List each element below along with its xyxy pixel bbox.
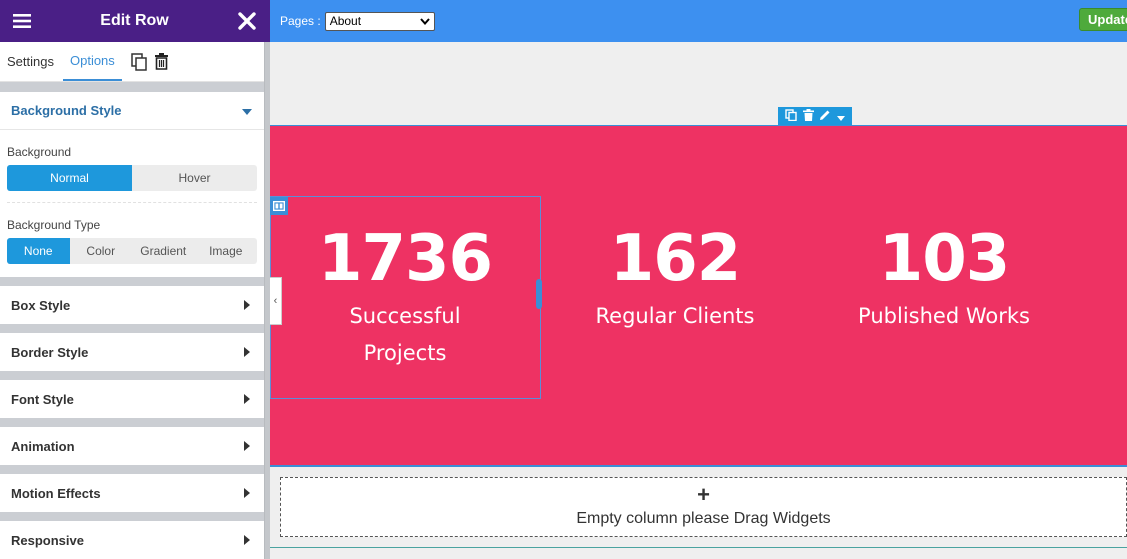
background-type-image-button[interactable]: Image bbox=[195, 238, 258, 264]
stat-number: 1736 bbox=[317, 222, 493, 296]
row-toolbar bbox=[778, 107, 852, 125]
section-motion-effects[interactable]: Motion Effects bbox=[0, 474, 264, 512]
section-gap bbox=[0, 277, 264, 286]
section-font-style[interactable]: Font Style bbox=[0, 380, 264, 418]
caret-right-icon bbox=[244, 439, 250, 454]
pages-select[interactable]: About bbox=[324, 11, 435, 31]
update-button[interactable]: Update bbox=[1079, 8, 1127, 31]
stat-number: 103 bbox=[878, 222, 1011, 296]
chevron-down-icon bbox=[419, 14, 430, 28]
section-gap bbox=[0, 512, 264, 521]
section-title: Responsive bbox=[11, 532, 84, 548]
section-background-style[interactable]: Background Style bbox=[0, 92, 264, 130]
caret-right-icon bbox=[244, 298, 250, 313]
panel-header: Edit Row bbox=[0, 0, 270, 42]
panel-title: Edit Row bbox=[100, 12, 169, 29]
pages-selected-value: About bbox=[329, 14, 362, 28]
duplicate-icon[interactable] bbox=[128, 42, 151, 81]
stat-label: Regular Clients bbox=[595, 304, 755, 328]
stat-column-3[interactable]: 103 Published Works bbox=[809, 221, 1079, 334]
caret-down-icon[interactable] bbox=[837, 109, 846, 124]
section-gap bbox=[0, 371, 264, 380]
tab-settings[interactable]: Settings bbox=[0, 42, 61, 81]
stat-number: 162 bbox=[609, 222, 742, 296]
background-type-toggle: None Color Gradient Image bbox=[7, 238, 257, 264]
column-layout-icon[interactable] bbox=[270, 197, 288, 215]
trash-icon[interactable] bbox=[802, 108, 814, 124]
background-state-toggle: Normal Hover bbox=[7, 165, 257, 191]
close-icon[interactable] bbox=[238, 12, 256, 30]
collapse-panel-tab[interactable]: ‹ bbox=[270, 277, 282, 325]
background-label: Background bbox=[7, 145, 72, 159]
hamburger-menu-icon[interactable] bbox=[13, 13, 31, 29]
section-animation[interactable]: Animation bbox=[0, 427, 264, 465]
section-gap bbox=[0, 465, 264, 474]
section-title: Font Style bbox=[11, 391, 74, 407]
background-type-none-button[interactable]: None bbox=[7, 238, 70, 264]
background-type-color-button[interactable]: Color bbox=[70, 238, 133, 264]
plus-icon[interactable]: + bbox=[281, 484, 1126, 506]
caret-down-icon bbox=[242, 103, 252, 118]
stat-column-1[interactable]: 1736 Successful Projects bbox=[270, 221, 540, 371]
caret-right-icon bbox=[244, 345, 250, 360]
stat-label-second-line: Projects bbox=[363, 341, 447, 365]
duplicate-icon[interactable] bbox=[785, 108, 797, 124]
section-gap bbox=[0, 324, 264, 333]
divider bbox=[7, 202, 257, 203]
section-border-style[interactable]: Border Style bbox=[0, 333, 264, 371]
caret-right-icon bbox=[244, 486, 250, 501]
section-box-style[interactable]: Box Style bbox=[0, 286, 264, 324]
background-type-label: Background Type bbox=[7, 218, 101, 232]
empty-column-dropzone[interactable]: + Empty column please Drag Widgets bbox=[280, 477, 1127, 537]
empty-column-text: Empty column please Drag Widgets bbox=[576, 510, 831, 527]
background-type-gradient-button[interactable]: Gradient bbox=[132, 238, 195, 264]
section-gap bbox=[0, 418, 264, 427]
background-normal-button[interactable]: Normal bbox=[7, 165, 132, 191]
stats-row[interactable]: 1736 Successful Projects 162 Regular Cli… bbox=[270, 125, 1127, 467]
section-title: Animation bbox=[11, 438, 75, 454]
background-hover-button[interactable]: Hover bbox=[132, 165, 257, 191]
panel-content: Background Style Background Normal Hover… bbox=[0, 82, 264, 559]
stat-label: Published Works bbox=[858, 304, 1030, 328]
section-title: Background Style bbox=[11, 103, 122, 118]
section-title: Box Style bbox=[11, 297, 71, 313]
section-title: Border Style bbox=[11, 344, 89, 360]
trash-icon[interactable] bbox=[151, 42, 172, 81]
background-style-body: Background Normal Hover Background Type … bbox=[0, 130, 264, 277]
edit-row-panel: Edit Row Settings Options Background Sty… bbox=[0, 0, 270, 559]
caret-right-icon bbox=[244, 533, 250, 548]
editor-canvas: 1736 Successful Projects 162 Regular Cli… bbox=[270, 42, 1127, 559]
section-title: Motion Effects bbox=[11, 485, 101, 501]
pages-label: Pages : bbox=[280, 14, 321, 28]
stat-column-2[interactable]: 162 Regular Clients bbox=[540, 221, 810, 334]
stat-label: Successful bbox=[349, 304, 461, 328]
caret-right-icon bbox=[244, 392, 250, 407]
top-bar: Pages : About Update bbox=[270, 0, 1127, 42]
section-responsive[interactable]: Responsive bbox=[0, 521, 264, 559]
row-divider bbox=[270, 547, 1127, 559]
panel-tabs: Settings Options bbox=[0, 42, 264, 82]
pencil-icon[interactable] bbox=[819, 109, 831, 124]
tab-options[interactable]: Options bbox=[62, 42, 122, 81]
